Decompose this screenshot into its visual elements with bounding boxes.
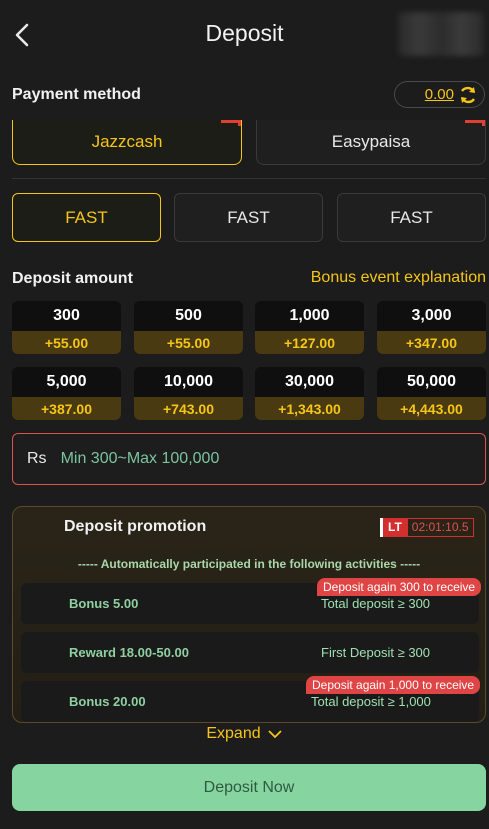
payment-method-label: Easypaisa [331,132,411,151]
promotion-reward: Reward 18.00-50.00 [69,645,189,660]
bonus-explanation-link[interactable]: Bonus event explanation [311,269,486,287]
promotion-title: Deposit promotion [64,518,207,535]
deposit-amount-label: Deposit amount [12,270,133,287]
amount-value: 5,000 [12,367,121,397]
amount-value: 3,000 [377,301,486,331]
amount-bonus: +1,343.00 [255,397,364,420]
balance-value: 0.00 [424,86,454,103]
amount-bonus: +743.00 [134,397,243,420]
promotion-reward: Bonus 5.00 [69,596,139,611]
promotion-subtitle: ----- Automatically participated in the … [77,557,421,571]
channel-fast-3[interactable]: FAST [337,193,486,242]
amount-value: 50,000 [377,367,486,397]
promotion-reward: Bonus 20.00 [69,694,146,709]
corner-tag [465,120,485,126]
balance-pill[interactable]: 0.00 [394,81,485,108]
promotion-row[interactable]: Bonus 5.00 Total deposit ≥ 300 Deposit a… [21,578,482,624]
amount-value: 10,000 [134,367,243,397]
avatar [398,12,484,56]
deposit-promotion-panel: Deposit promotion LT 02:01:10.5 ----- Au… [12,506,486,723]
amount-bonus: +127.00 [255,331,364,354]
amount-value: 30,000 [255,367,364,397]
timer-value: 02:01:10.5 [406,518,474,537]
promotion-timer: LT 02:01:10.5 [380,518,474,537]
amount-option[interactable]: 1,000 +127.00 [255,301,364,354]
deposit-now-button[interactable]: Deposit Now [12,764,486,811]
amount-bonus: +4,443.00 [377,397,486,420]
promotion-condition: Total deposit ≥ 1,000 [311,694,431,709]
corner-tag [221,120,241,126]
channel-fast-2[interactable]: FAST [174,193,323,242]
amount-bonus: +55.00 [12,331,121,354]
amount-option[interactable]: 3,000 +347.00 [377,301,486,354]
amount-option[interactable]: 10,000 +743.00 [134,367,243,420]
amount-bonus: +387.00 [12,397,121,420]
promotion-tag: Deposit again 300 to receive [317,578,482,596]
amount-option[interactable]: 30,000 +1,343.00 [255,367,364,420]
payment-easypaisa-button[interactable]: Easypaisa [256,120,486,165]
chevron-down-icon [267,730,282,739]
divider [12,178,486,179]
amount-bonus: +55.00 [134,331,243,354]
currency-label: Rs [27,450,47,467]
header: Deposit [0,0,489,68]
expand-label: Expand [206,725,261,742]
amount-value: 500 [134,301,243,331]
channel-fast-1[interactable]: FAST [12,193,161,242]
refresh-icon[interactable] [458,85,478,105]
promotion-row[interactable]: Reward 18.00-50.00 First Deposit ≥ 300 [21,632,479,673]
payment-method-label: Payment method [12,86,141,103]
promotion-condition: Total deposit ≥ 300 [321,596,431,611]
amount-value: 300 [12,301,121,331]
promotion-condition: First Deposit ≥ 300 [321,645,431,660]
amount-value: 1,000 [255,301,364,331]
amount-option[interactable]: 300 +55.00 [12,301,121,354]
promotion-row[interactable]: Bonus 20.00 Total deposit ≥ 1,000 Deposi… [21,676,481,722]
amount-option[interactable]: 50,000 +4,443.00 [377,367,486,420]
lt-badge: LT [380,518,407,537]
amount-input[interactable] [60,450,441,468]
amount-option[interactable]: 500 +55.00 [134,301,243,354]
payment-jazzcash-button[interactable]: Jazzcash [12,120,242,165]
promotion-tag: Deposit again 1,000 to receive [306,676,481,694]
amount-input-box[interactable]: Rs [12,433,486,485]
amount-bonus: +347.00 [377,331,486,354]
amount-option[interactable]: 5,000 +387.00 [12,367,121,420]
payment-method-label: Jazzcash [91,132,163,151]
expand-button[interactable]: Expand [0,725,489,743]
